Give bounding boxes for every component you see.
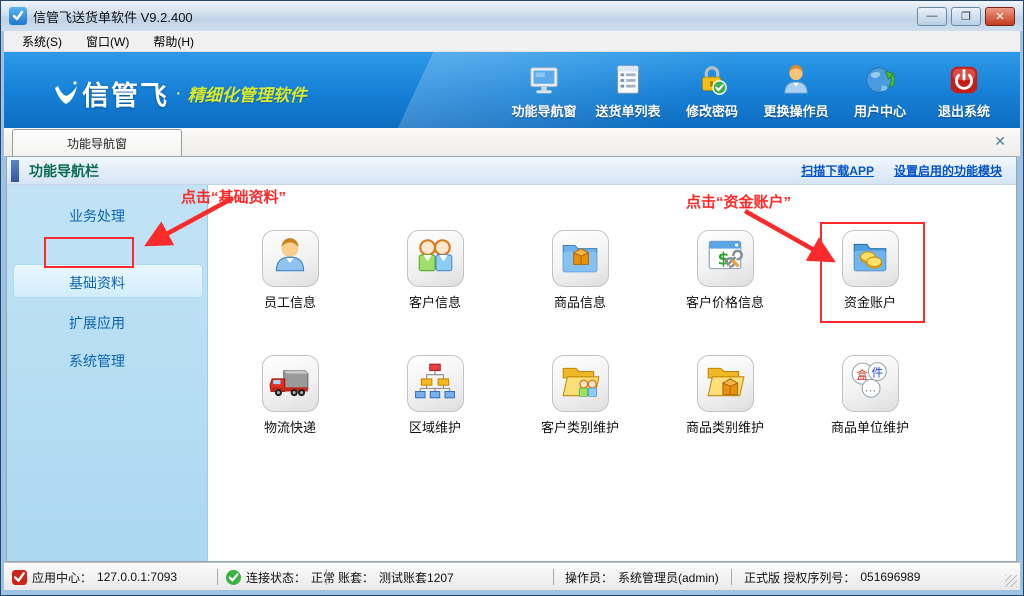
status-connection-value: 正常 <box>311 569 335 586</box>
svg-text:件: 件 <box>872 365 884 379</box>
status-license-value: 051696989 <box>860 570 920 584</box>
menu-system[interactable]: 系统(S) <box>10 30 74 53</box>
toolbar-button-exit[interactable]: 退出系统 <box>922 60 1006 122</box>
region-tree-icon <box>414 360 456 407</box>
grid-item-product-unit[interactable]: 盒件… 商品单位维护 <box>810 355 930 436</box>
tab-strip: 功能导航窗 ✕ <box>4 128 1020 156</box>
employee-icon <box>269 235 311 282</box>
monitor-icon <box>527 60 561 97</box>
grid-item-customer-info[interactable]: 客户信息 <box>375 230 495 311</box>
menu-bar: 系统(S) 窗口(W) 帮助(H) <box>4 31 1020 52</box>
brand-name: 信管飞 <box>82 74 169 113</box>
status-license: 正式版 授权序列号： 051696989 <box>744 563 920 591</box>
logistics-truck-icon <box>269 360 311 407</box>
brand-separator: · <box>175 82 182 105</box>
annotation-click-base-data: 点击“基础资料” <box>181 186 286 207</box>
grid-item-product-category[interactable]: 商品类别维护 <box>665 355 785 436</box>
close-button[interactable]: ✕ <box>985 7 1015 26</box>
tab-close-icon[interactable]: ✕ <box>994 133 1006 150</box>
grid-item-region[interactable]: 区域维护 <box>375 355 495 436</box>
brand-bird-icon <box>50 78 82 110</box>
nav-panel: 功能导航栏 扫描下载APP 设置启用的功能模块 业务处理 基础资料 扩展应用 系… <box>6 156 1017 562</box>
connection-ok-icon <box>226 570 241 585</box>
title-bar[interactable]: 信管飞送货单软件 V9.2.400 — ❐ ✕ <box>1 1 1023 31</box>
toolbar-button-user-center[interactable]: 用户中心 <box>838 60 922 122</box>
main-toolbar: 信管飞 · 精细化管理软件 功能导航窗 送货单列表 修改密码 <box>4 52 1020 128</box>
grid-item-customer-price[interactable]: $ 客户价格信息 <box>665 230 785 311</box>
customer-category-icon <box>559 360 601 407</box>
customer-price-icon: $ <box>704 235 746 282</box>
link-enable-modules[interactable]: 设置启用的功能模块 <box>894 162 1002 179</box>
status-app-center-value: 127.0.0.1:7093 <box>97 570 177 584</box>
sidebar-item-base-data[interactable]: 基础资料 <box>17 273 177 293</box>
sidebar-item-extensions[interactable]: 扩展应用 <box>17 313 177 333</box>
grid-item-logistics[interactable]: 物流快递 <box>230 355 350 436</box>
link-scan-download-app[interactable]: 扫描下载APP <box>801 162 874 179</box>
status-app-center: 应用中心： 127.0.0.1:7093 <box>12 563 177 591</box>
product-info-icon <box>559 235 601 282</box>
status-operator: 操作员： 系统管理员(admin) <box>565 563 719 591</box>
menu-window[interactable]: 窗口(W) <box>74 30 141 53</box>
sidebar-item-business[interactable]: 业务处理 <box>17 206 177 226</box>
restore-button[interactable]: ❐ <box>951 7 981 26</box>
brand-tagline: 精细化管理软件 <box>188 81 307 106</box>
document-list-icon <box>611 60 645 97</box>
toolbar-button-change-password[interactable]: 修改密码 <box>670 60 754 122</box>
brand-logo: 信管飞 · 精细化管理软件 <box>50 74 307 113</box>
toolbar-button-switch-operator[interactable]: 更换操作员 <box>754 60 838 122</box>
annotation-click-funds-account: 点击“资金账户” <box>686 191 791 212</box>
grid-item-funds-account[interactable]: 资金账户 <box>810 230 930 311</box>
grid-item-customer-category[interactable]: 客户类别维护 <box>520 355 640 436</box>
tab-nav-window[interactable]: 功能导航窗 <box>12 129 182 156</box>
power-icon <box>947 60 981 97</box>
grid-item-product-info[interactable]: 商品信息 <box>520 230 640 311</box>
sidebar: 业务处理 基础资料 扩展应用 系统管理 <box>7 185 208 561</box>
menu-help[interactable]: 帮助(H) <box>141 30 206 53</box>
status-operator-value: 系统管理员(admin) <box>618 569 719 586</box>
operator-icon <box>779 60 813 97</box>
status-bar: 应用中心： 127.0.0.1:7093 连接状态： 正常 账套： 测试账套12… <box>4 562 1020 590</box>
product-unit-icon: 盒件… <box>849 360 891 407</box>
status-account-value: 测试账套1207 <box>379 569 454 586</box>
status-account: 账套： 测试账套1207 <box>338 563 454 591</box>
product-category-icon <box>704 360 746 407</box>
globe-icon <box>863 60 897 97</box>
toolbar-button-nav-window[interactable]: 功能导航窗 <box>502 60 586 122</box>
app-center-icon <box>12 570 27 585</box>
svg-text:…: … <box>865 381 877 395</box>
minimize-button[interactable]: — <box>917 7 947 26</box>
grid-item-employee-info[interactable]: 员工信息 <box>230 230 350 311</box>
customers-icon <box>414 235 456 282</box>
toolbar-button-delivery-list[interactable]: 送货单列表 <box>586 60 670 122</box>
funds-account-icon <box>849 235 891 282</box>
resize-grip[interactable] <box>1005 575 1017 587</box>
window-title: 信管飞送货单软件 V9.2.400 <box>33 7 193 26</box>
status-connection: 连接状态： 正常 <box>226 563 335 591</box>
panel-title: 功能导航栏 <box>29 161 99 181</box>
sidebar-item-system[interactable]: 系统管理 <box>17 351 177 371</box>
application-window: 信管飞送货单软件 V9.2.400 — ❐ ✕ 系统(S) 窗口(W) 帮助(H… <box>0 0 1024 596</box>
icon-grid: 员工信息 客户信息 商品信息 $ 客户价格信息 <box>208 185 1016 561</box>
accent-bar <box>11 160 19 182</box>
app-logo-icon <box>9 7 27 25</box>
panel-header: 功能导航栏 扫描下载APP 设置启用的功能模块 <box>7 157 1016 185</box>
lock-check-icon <box>695 60 729 97</box>
